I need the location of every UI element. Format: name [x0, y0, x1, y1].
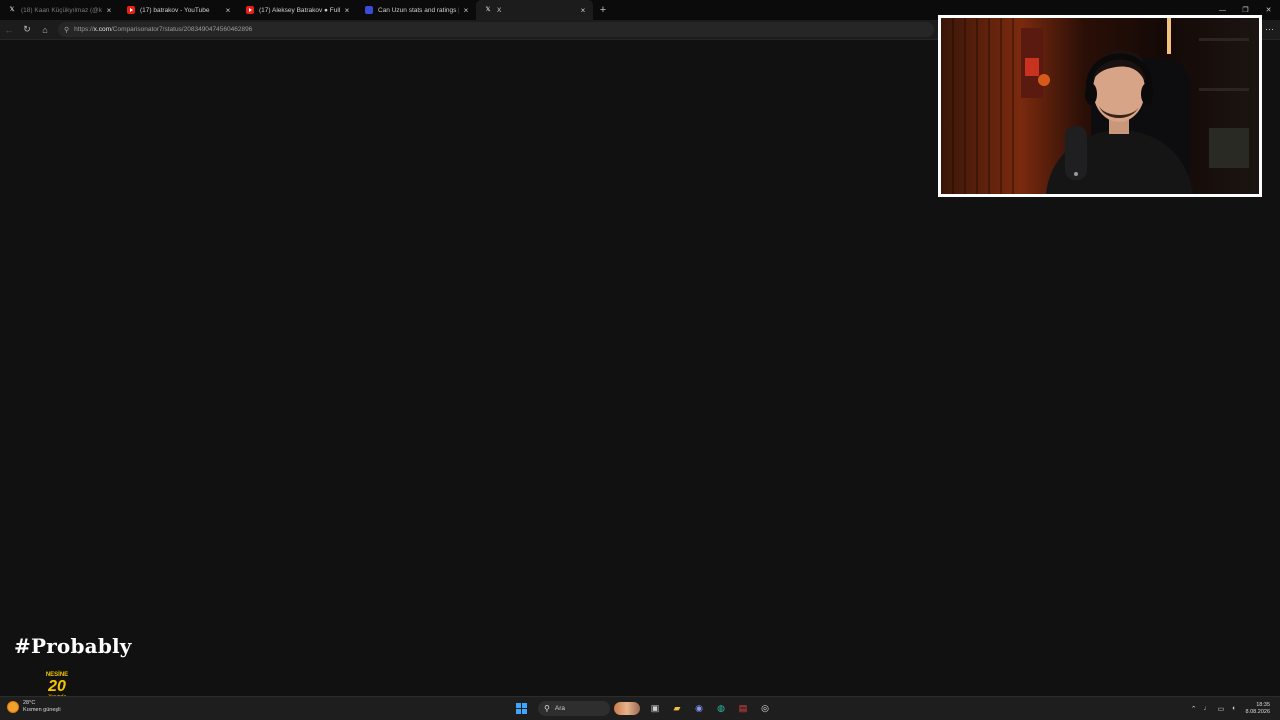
- site-info-icon[interactable]: ⚲: [64, 26, 69, 34]
- tab-can-uzun-sofascore[interactable]: Can Uzun stats and ratings | Sofascore ×: [357, 0, 476, 20]
- edge-browser-icon[interactable]: ◍: [713, 700, 730, 717]
- task-view-icon[interactable]: ▣: [647, 700, 664, 717]
- volume-icon[interactable]: ◖: [1231, 705, 1235, 712]
- youtube-icon: [246, 6, 254, 14]
- tab-kaan-kucukyilmaz[interactable]: 𝕏 (18) Kaan Küçükyılmaz (@kaankucukyilma…: [0, 0, 119, 20]
- sofascore-icon: [365, 6, 373, 14]
- taskbar-apps: ⚲ Ara ▣ ▰ ◉ ◍ ▤ ◎: [510, 699, 776, 718]
- weather-temp: 28°C: [23, 700, 36, 706]
- new-tab-button[interactable]: +: [595, 0, 611, 20]
- clock-time: 18:35: [1256, 701, 1270, 708]
- sponsor-number: 20: [48, 678, 66, 695]
- x-logo-icon: 𝕏: [485, 7, 491, 13]
- tab-batrakov-youtube[interactable]: (17) batrakov - YouTube ×: [119, 0, 238, 20]
- system-tray: ⌃ ♩ ▭ ◖ 18:35 8.08.2026: [1184, 699, 1270, 718]
- windows-logo-icon: [515, 703, 527, 714]
- taskbar-clock[interactable]: 18:35 8.08.2026: [1246, 702, 1270, 716]
- clock-date: 8.08.2026: [1245, 708, 1270, 715]
- close-tab-icon[interactable]: ×: [105, 6, 113, 15]
- close-tab-icon[interactable]: ×: [462, 6, 470, 15]
- tab-title: (17) batrakov - YouTube: [140, 6, 210, 14]
- more-menu-icon[interactable]: ⋯: [1265, 20, 1274, 39]
- discord-icon[interactable]: ◉: [691, 700, 708, 717]
- taskbar-search[interactable]: ⚲ Ara: [538, 701, 610, 716]
- address-bar[interactable]: ⚲ https://x.com/Comparisonator7/status/2…: [58, 22, 934, 37]
- close-tab-icon[interactable]: ×: [343, 6, 351, 15]
- tab-title: (18) Kaan Küçükyılmaz (@kaankucukyilmaz: [21, 6, 102, 14]
- x-logo-icon: 𝕏: [9, 7, 15, 13]
- close-tab-icon[interactable]: ×: [579, 6, 587, 15]
- tab-x-active[interactable]: 𝕏 X ×: [476, 0, 593, 20]
- windows-taskbar: 28°C Kısmen güneşli ⚲ Ara ▣ ▰ ◉ ◍ ▤ ◎ ⌃ …: [0, 696, 1280, 720]
- webcam-image: [941, 18, 1259, 194]
- streamer-webcam: [938, 15, 1262, 197]
- start-button[interactable]: [513, 700, 530, 717]
- network-icon[interactable]: ▭: [1218, 705, 1225, 713]
- weather-desc: Kısmen güneşli: [23, 707, 61, 713]
- search-placeholder: Ara: [554, 705, 565, 712]
- search-highlight-image[interactable]: [614, 702, 640, 715]
- calendar-app-icon[interactable]: ▤: [735, 700, 752, 717]
- file-explorer-icon[interactable]: ▰: [669, 700, 686, 717]
- close-tab-icon[interactable]: ×: [224, 6, 232, 15]
- chevron-up-icon[interactable]: ⌃: [1191, 705, 1197, 713]
- back-arrow-icon[interactable]: ←: [0, 20, 18, 39]
- stream-hashtag-overlay: #Probably: [14, 634, 132, 658]
- tab-title: X: [497, 6, 502, 14]
- weather-widget[interactable]: 28°C Kısmen güneşli: [8, 700, 61, 714]
- reload-icon[interactable]: ↻: [18, 20, 36, 39]
- url-text: https://x.com/Comparisonator7/status/208…: [74, 26, 253, 33]
- tab-title: Can Uzun stats and ratings | Sofascore: [378, 6, 459, 14]
- tab-title: (17) Aleksey Batrakov ● Full Season: [259, 6, 340, 14]
- chrome-icon[interactable]: ◎: [757, 700, 774, 717]
- tab-batrakov-full-season[interactable]: (17) Aleksey Batrakov ● Full Season ×: [238, 0, 357, 20]
- home-icon[interactable]: ⌂: [36, 20, 54, 39]
- youtube-icon: [127, 6, 135, 14]
- sun-icon: [8, 702, 18, 712]
- microphone-icon[interactable]: ♩: [1204, 705, 1211, 712]
- search-icon: ⚲: [544, 704, 550, 713]
